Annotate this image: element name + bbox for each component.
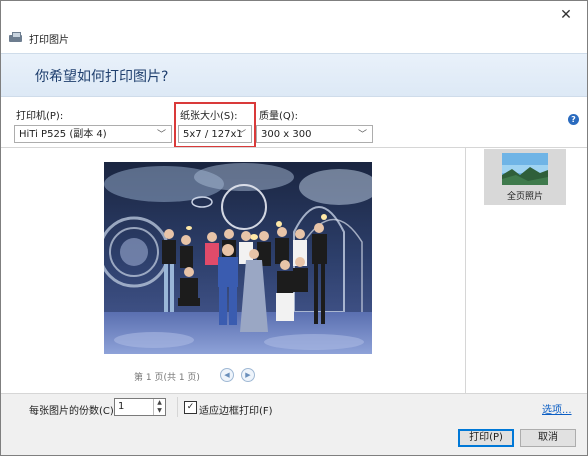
print-button[interactable]: 打印(P) (458, 429, 514, 447)
layout-thumbnail (502, 153, 548, 185)
divider (1, 393, 587, 394)
window-title: 打印图片 (29, 34, 69, 46)
fit-frame-label: 适应边框打印(F) (199, 406, 273, 417)
close-icon[interactable]: ✕ (555, 5, 577, 25)
print-preview-image (104, 162, 372, 354)
fit-frame-checkbox[interactable]: ✓ (184, 401, 197, 414)
quality-value: 300 x 300 (261, 129, 312, 140)
header-banner: 你希望如何打印图片? (1, 53, 587, 97)
divider (465, 148, 466, 394)
page-status: 第 1 页(共 1 页) (134, 373, 200, 383)
quality-select[interactable]: 300 x 300 ﹀ (256, 125, 373, 143)
paper-size-highlight (174, 102, 256, 148)
divider (1, 147, 587, 148)
prev-page-icon[interactable]: ◀ (220, 368, 234, 382)
next-page-icon[interactable]: ▶ (241, 368, 255, 382)
title-bar: 打印图片 (9, 29, 69, 47)
copies-stepper[interactable]: 1 ▲ ▼ (114, 398, 166, 416)
chevron-down-icon: ﹀ (357, 130, 367, 140)
printer-value: HiTi P525 (副本 4) (19, 129, 107, 140)
layout-label: 全页照片 (506, 192, 543, 202)
printer-select[interactable]: HiTi P525 (副本 4) ﹀ (14, 125, 172, 143)
chevron-down-icon[interactable]: ▼ (154, 407, 165, 415)
copies-value: 1 (118, 401, 125, 412)
copies-label: 每张图片的份数(C): (29, 406, 118, 417)
chevron-down-icon: ﹀ (156, 130, 166, 140)
chevron-up-icon[interactable]: ▲ (154, 399, 165, 407)
checkmark-icon: ✓ (186, 402, 195, 412)
banner-question: 你希望如何打印图片? (35, 69, 169, 85)
quality-label: 质量(Q): (259, 111, 299, 122)
options-link[interactable]: 选项... (542, 401, 572, 416)
layout-full-page-photo[interactable]: 全页照片 (484, 149, 566, 205)
help-icon[interactable]: ? (568, 114, 579, 125)
stepper-arrows[interactable]: ▲ ▼ (153, 399, 165, 415)
print-pictures-dialog: ✕ 打印图片 你希望如何打印图片? 打印机(P): HiTi P525 (副本 … (0, 0, 588, 456)
printer-photo-icon (9, 32, 23, 44)
printer-label: 打印机(P): (16, 111, 64, 122)
cancel-button[interactable]: 取消 (520, 429, 576, 447)
divider (177, 397, 178, 417)
